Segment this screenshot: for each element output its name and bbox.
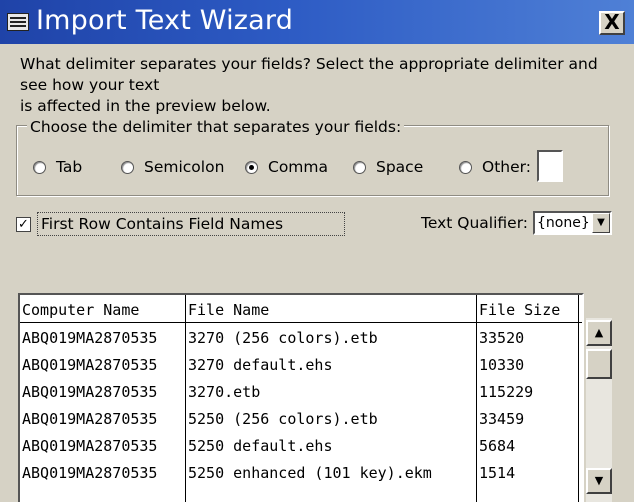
column-header[interactable]: Computer Name — [20, 297, 139, 324]
cell-computer-name: ABQ019MA2870535 — [22, 464, 158, 482]
radio-semicolon[interactable]: Semicolon — [121, 156, 224, 178]
wizard-app-icon — [7, 13, 29, 31]
text-qualifier-label: Text Qualifier: — [421, 214, 529, 232]
cell-computer-name: ABQ019MA2870535 — [22, 383, 158, 401]
preview-scrollbar[interactable]: ▲ ▼ — [586, 318, 612, 502]
preview-grid[interactable]: Computer Name File Name File Size ABQ019… — [18, 293, 584, 502]
cell-file-name: 5250 (256 colors).etb — [188, 410, 378, 428]
first-row-field-names-label: First Row Contains Field Names — [37, 212, 345, 236]
radio-other-label: Other: — [482, 158, 531, 176]
cell-file-size: 10330 — [479, 356, 525, 374]
instructions-text: What delimiter separates your fields? Se… — [20, 55, 598, 115]
cell-file-name: 3270.etb — [188, 383, 261, 401]
radio-semicolon-label: Semicolon — [144, 158, 225, 176]
radio-tab[interactable]: Tab — [33, 156, 82, 178]
other-delimiter-input[interactable] — [537, 150, 563, 182]
cell-computer-name: ABQ019MA2870535 — [22, 437, 158, 455]
scroll-thumb[interactable] — [586, 349, 612, 379]
radio-other[interactable]: Other: — [459, 156, 531, 178]
radio-comma-label: Comma — [268, 158, 329, 176]
cell-file-name: 5250 default.ehs — [188, 437, 333, 455]
column-header[interactable]: File Size — [477, 297, 560, 324]
radio-space-circle[interactable] — [353, 160, 366, 174]
title-bar: Import Text Wizard X — [0, 0, 634, 44]
cell-file-size: 1514 — [479, 464, 516, 482]
column-divider[interactable] — [578, 295, 579, 502]
dropdown-arrow-icon[interactable]: ▼ — [592, 213, 610, 233]
radio-comma-circle[interactable] — [245, 160, 258, 174]
radio-tab-circle[interactable] — [33, 160, 46, 174]
scroll-down-icon[interactable]: ▼ — [586, 468, 612, 494]
close-button[interactable]: X — [599, 11, 625, 35]
delimiter-group-label: Choose the delimiter that separates your… — [27, 118, 405, 136]
text-qualifier-select[interactable]: {none} ▼ — [533, 211, 612, 235]
radio-other-circle[interactable] — [459, 160, 472, 174]
radio-space-label: Space — [376, 158, 424, 176]
cell-file-name: 5250 enhanced (101 key).ekm — [188, 464, 432, 482]
cell-computer-name: ABQ019MA2870535 — [22, 356, 158, 374]
radio-comma[interactable]: Comma — [245, 156, 328, 178]
cell-file-size: 115229 — [479, 383, 534, 401]
radio-semicolon-circle[interactable] — [121, 160, 134, 174]
cell-file-name: 3270 (256 colors).etb — [188, 329, 378, 347]
cell-file-name: 3270 default.ehs — [188, 356, 333, 374]
checkbox-check-icon[interactable]: ✓ — [16, 216, 31, 232]
cell-file-size: 33520 — [479, 329, 525, 347]
cell-computer-name: ABQ019MA2870535 — [22, 410, 158, 428]
text-qualifier-value: {none} — [537, 215, 590, 231]
cell-computer-name: ABQ019MA2870535 — [22, 329, 158, 347]
cell-file-size: 5684 — [479, 437, 516, 455]
window-title: Import Text Wizard — [36, 5, 294, 36]
first-row-field-names-checkbox[interactable]: ✓ First Row Contains Field Names — [16, 212, 345, 236]
column-header[interactable]: File Name — [186, 297, 269, 324]
radio-space[interactable]: Space — [353, 156, 423, 178]
cell-file-size: 33459 — [479, 410, 525, 428]
radio-tab-label: Tab — [56, 158, 83, 176]
scroll-up-icon[interactable]: ▲ — [586, 320, 612, 346]
